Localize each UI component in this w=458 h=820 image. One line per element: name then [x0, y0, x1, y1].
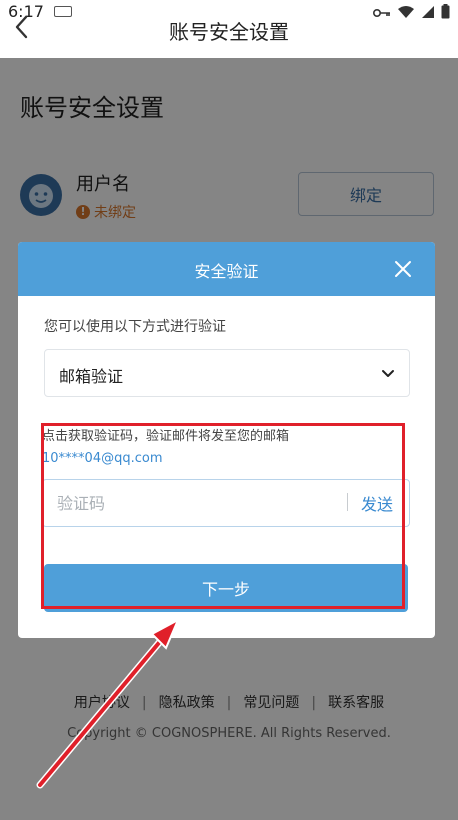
annotation-highlight-box — [41, 423, 405, 609]
chevron-down-icon — [382, 370, 394, 377]
dialog-title: 安全验证 — [194, 262, 259, 281]
dialog-header: 安全验证 — [18, 242, 435, 296]
close-button[interactable] — [391, 257, 415, 281]
verification-method-select[interactable]: 邮箱验证 — [44, 349, 410, 397]
nav-title: 账号安全设置 — [169, 20, 289, 44]
nav-bar: 账号安全设置 — [0, 0, 458, 58]
verification-method-value: 邮箱验证 — [59, 367, 124, 386]
close-icon — [395, 261, 411, 277]
verification-hint: 您可以使用以下方式进行验证 — [44, 319, 226, 335]
